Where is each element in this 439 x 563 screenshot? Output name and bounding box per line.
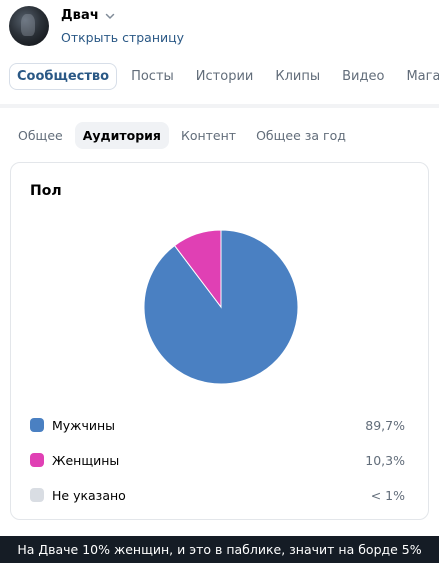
tab-video[interactable]: Видео [334,63,392,90]
legend-row-unspecified: Не указано < 1% [30,485,405,505]
legend-swatch-male [30,418,44,432]
caption-text: На Дваче 10% женщин, и это в паблике, зн… [17,542,422,557]
tab-clips[interactable]: Клипы [267,63,328,90]
card-title: Пол [30,183,62,199]
legend-label-unspecified: Не указано [52,487,126,503]
legend-label-male: Мужчины [52,417,115,433]
legend-row-female: Женщины 10,3% [30,450,405,470]
subtab-audience[interactable]: Аудитория [74,122,169,149]
legend-swatch-female [30,453,44,467]
legend-value-female: 10,3% [365,452,405,468]
legend-value-unspecified: < 1% [370,487,405,503]
legend-value-male: 89,7% [365,417,405,433]
legend-label-female: Женщины [52,452,120,468]
subtab-general-year[interactable]: Общее за год [248,122,354,149]
page-name[interactable]: Двач [61,8,99,23]
caption-bar: На Дваче 10% женщин, и это в паблике, зн… [0,536,439,563]
gender-card: Пол Мужчины 89,7% Женщины 10,3% Не указа… [10,162,429,520]
tab-shop[interactable]: Магаз [398,63,439,90]
tab-stories[interactable]: Истории [188,63,262,90]
subtab-content[interactable]: Контент [173,122,244,149]
legend-swatch-unspecified [30,488,44,502]
tab-posts[interactable]: Посты [123,63,182,90]
subtab-general[interactable]: Общее [10,122,71,149]
stats-panel: Общее Аудитория Контент Общее за год Пол… [0,108,439,536]
legend-row-male: Мужчины 89,7% [30,415,405,435]
page-name-row[interactable]: Двач [61,8,116,23]
tab-community[interactable]: Сообщество [9,63,118,90]
avatar[interactable] [9,6,49,46]
community-header: Двач Открыть страницу Сообщество Посты И… [0,0,439,104]
main-tabs: Сообщество Посты Истории Клипы Видео Маг… [9,63,439,90]
gender-pie-chart [143,229,299,385]
stats-sub-tabs: Общее Аудитория Контент Общее за год [10,122,358,149]
chevron-down-icon[interactable] [104,10,116,22]
open-page-link[interactable]: Открыть страницу [61,30,184,45]
